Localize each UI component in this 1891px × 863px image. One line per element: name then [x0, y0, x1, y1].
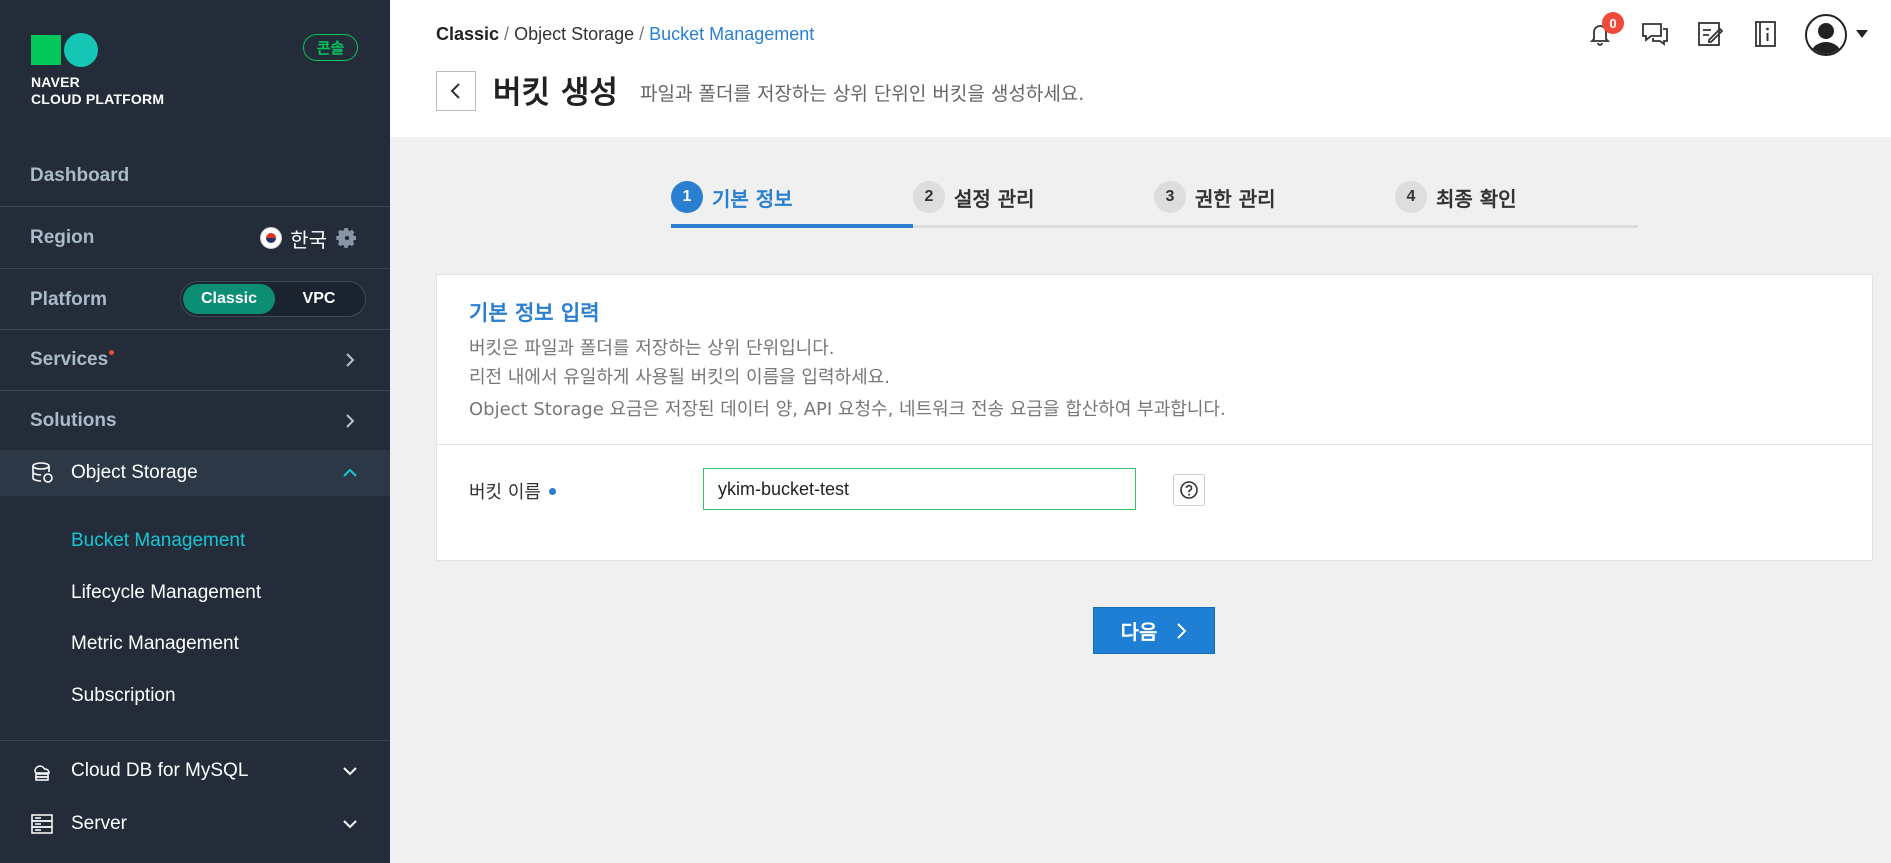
question-mark-icon: [1180, 481, 1198, 499]
gear-icon[interactable]: [335, 226, 359, 250]
bucket-name-label-text: 버킷 이름: [469, 482, 541, 503]
step-active-indicator: [671, 224, 913, 228]
platform-vpc-option[interactable]: VPC: [275, 284, 363, 314]
server-icon: [31, 814, 53, 834]
platform-classic-option[interactable]: Classic: [183, 284, 275, 314]
sidebar-item-services[interactable]: Services: [0, 340, 390, 380]
step-number: 2: [913, 181, 945, 213]
step-label: 권한 관리: [1195, 186, 1276, 211]
chat-icon[interactable]: [1639, 18, 1671, 50]
bucket-name-label: 버킷 이름: [469, 478, 556, 504]
step-permissions: 3 권한 관리: [1154, 181, 1276, 213]
sidebar-item-object-storage[interactable]: Object Storage: [0, 450, 390, 496]
chevron-down-icon: [343, 820, 357, 829]
user-icon: [1810, 23, 1842, 54]
logo-text: NAVER CLOUD PLATFORM: [31, 74, 165, 107]
help-button[interactable]: [1173, 474, 1205, 506]
next-button-label: 다음: [1120, 620, 1158, 644]
back-button[interactable]: [436, 71, 476, 111]
sidebar-item-solutions[interactable]: Solutions: [0, 401, 390, 441]
step-basic-info: 1 기본 정보: [671, 181, 793, 213]
submenu-bucket-management[interactable]: Bucket Management: [71, 530, 245, 552]
bucket-name-input[interactable]: [703, 468, 1136, 510]
region-value: 한국: [290, 227, 327, 252]
chevron-right-icon: [346, 414, 355, 428]
breadcrumb-bucket-management[interactable]: Bucket Management: [649, 24, 814, 45]
sidebar-item-label: Cloud DB for MySQL: [71, 760, 249, 781]
step-label: 기본 정보: [712, 186, 793, 211]
breadcrumb-separator: /: [504, 24, 510, 44]
chevron-right-icon: [346, 353, 355, 367]
card-divider: [437, 444, 1872, 445]
sidebar-item-label: Dashboard: [30, 165, 130, 186]
card-title: 기본 정보 입력: [469, 301, 600, 325]
page-description: 파일과 폴더를 저장하는 상위 단위인 버킷을 생성하세요.: [640, 83, 1085, 105]
platform-toggle[interactable]: Classic VPC: [180, 281, 366, 317]
breadcrumb-classic[interactable]: Classic: [436, 24, 499, 45]
sidebar-item-label: Server: [71, 813, 127, 834]
step-number: 1: [671, 181, 703, 213]
card-description-line: 리전 내에서 유일하게 사용될 버킷의 이름을 입력하세요.: [469, 367, 890, 388]
naver-cloud-logo[interactable]: NAVER CLOUD PLATFORM: [31, 33, 164, 108]
page-header: Classic / Object Storage / Bucket Manage…: [390, 0, 1891, 137]
sidebar-item-cloud-db[interactable]: Cloud DB for MySQL: [0, 751, 390, 791]
sidebar: NAVER CLOUD PLATFORM 콘솔 Dashboard Region…: [0, 0, 390, 863]
step-number: 3: [1154, 181, 1186, 213]
submenu-lifecycle-management[interactable]: Lifecycle Management: [71, 582, 261, 604]
info-book-icon[interactable]: [1749, 18, 1781, 50]
sidebar-item-label: Solutions: [30, 410, 117, 431]
sidebar-item-server[interactable]: Server: [0, 804, 390, 844]
next-button[interactable]: 다음: [1093, 607, 1215, 654]
console-badge[interactable]: 콘솔: [303, 34, 358, 61]
basic-info-card: 기본 정보 입력 버킷은 파일과 폴더를 저장하는 상위 단위입니다. 리전 내…: [436, 274, 1873, 561]
sidebar-item-region: Region 한국: [0, 218, 390, 258]
card-description-line: 버킷은 파일과 폴더를 저장하는 상위 단위입니다.: [469, 338, 835, 359]
region-selector[interactable]: 한국: [260, 224, 359, 253]
sidebar-item-label: Object Storage: [71, 462, 198, 483]
card-description-line: Object Storage 요금은 저장된 데이터 양, API 요청수, 네…: [469, 399, 1226, 420]
step-settings: 2 설정 관리: [913, 181, 1035, 213]
breadcrumb: Classic / Object Storage / Bucket Manage…: [436, 24, 814, 45]
step-number: 4: [1395, 181, 1427, 213]
sidebar-group-list: Cloud DB for MySQL Server: [0, 740, 390, 863]
breadcrumb-separator: /: [639, 24, 645, 44]
submenu-subscription[interactable]: Subscription: [71, 685, 176, 707]
submenu-metric-management[interactable]: Metric Management: [71, 633, 239, 655]
breadcrumb-object-storage[interactable]: Object Storage: [514, 24, 634, 45]
chevron-right-icon: [1177, 622, 1187, 639]
logo-mark: [31, 33, 164, 67]
step-label: 설정 관리: [954, 186, 1035, 211]
cloud-db-icon: [34, 765, 50, 781]
korea-flag-icon: [260, 227, 283, 249]
notification-count-badge: 0: [1602, 12, 1624, 34]
chevron-left-icon: [450, 83, 460, 99]
step-progress: 1 기본 정보 2 설정 관리 3 권한 관리 4 최종 확인: [671, 177, 1638, 229]
step-final-review: 4 최종 확인: [1395, 181, 1517, 213]
chevron-down-icon: [343, 767, 357, 776]
sidebar-item-label: Services: [30, 349, 109, 370]
edit-note-icon[interactable]: [1694, 18, 1726, 50]
chevron-up-icon: [343, 468, 357, 477]
user-avatar[interactable]: [1805, 14, 1847, 56]
caret-down-icon[interactable]: [1856, 30, 1868, 38]
database-icon: [32, 462, 53, 483]
required-indicator-dot: [548, 487, 556, 495]
platform-label: Platform: [30, 289, 108, 310]
region-label: Region: [30, 227, 95, 248]
page-title: 버킷 생성: [493, 75, 618, 111]
new-indicator-dot: [109, 350, 114, 355]
sidebar-item-dashboard[interactable]: Dashboard: [0, 156, 390, 196]
step-label: 최종 확인: [1436, 186, 1517, 211]
